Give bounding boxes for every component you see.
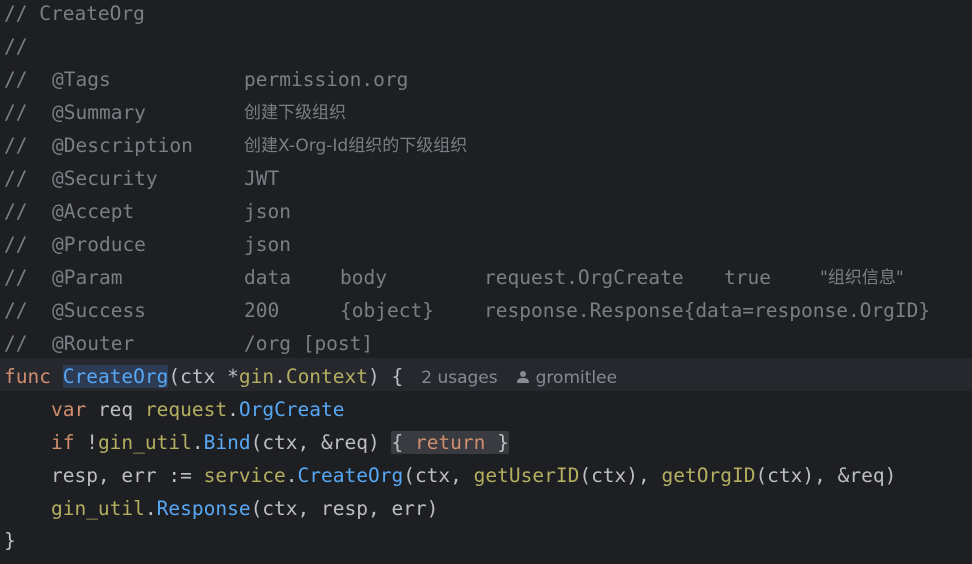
code-token: .	[285, 464, 298, 487]
code-line: // @Security JWT	[0, 165, 972, 198]
comment-prefix: //	[4, 266, 28, 289]
code-token: (ctx,	[403, 464, 474, 487]
annotation-value: data	[244, 266, 291, 289]
code-token: }	[485, 431, 509, 454]
code-token: !	[74, 431, 98, 454]
comment-prefix: //	[4, 68, 28, 91]
code-line-current[interactable]: func CreateOrg(ctx *gin.Context) { 2 usag…	[0, 358, 972, 391]
annotation-tag: @Accept	[52, 200, 135, 223]
annotation-value: JWT	[244, 167, 280, 190]
user-icon	[516, 370, 530, 384]
code-line: // @Param data body request.OrgCreate true "组织…	[0, 264, 972, 297]
annotation-value: request.OrgCreate	[484, 266, 684, 289]
annotation-tag: @Tags	[52, 68, 111, 91]
code-token: (ctx *	[168, 365, 239, 388]
folded-region[interactable]: { return }	[391, 431, 509, 454]
annotation-value: response.Response{data=response.OrgID}	[484, 299, 931, 322]
comment-prefix: //	[4, 101, 28, 124]
annotation-value: /org [post]	[244, 332, 374, 355]
annotation-tag: @Summary	[52, 101, 146, 124]
code-token: (ctx),	[579, 464, 662, 487]
annotation-value: {object}	[340, 299, 434, 322]
code-token: req	[86, 398, 145, 421]
annotation-tag: @Router	[52, 332, 135, 355]
closing-brace: }	[4, 529, 16, 552]
code-line: // @Summary 创建下级组织	[0, 99, 972, 132]
comment-text: // CreateOrg	[4, 2, 145, 25]
package-ref[interactable]: request	[145, 398, 227, 421]
package-ref[interactable]: gin	[239, 365, 274, 388]
annotation-tag: @Success	[52, 299, 146, 322]
annotation-tag: @Param	[52, 266, 123, 289]
code-token: .	[227, 398, 239, 421]
code-line: }	[0, 527, 972, 560]
code-token: (ctx, resp, err)	[250, 497, 439, 520]
code-line: // @Tags permission.org	[0, 66, 972, 99]
function-call[interactable]: CreateOrg	[298, 464, 404, 487]
code-token: (ctx, &req)	[250, 431, 392, 454]
author-hint[interactable]: gromitlee	[536, 368, 617, 388]
function-call[interactable]: Bind	[204, 431, 251, 454]
package-ref[interactable]: service	[204, 464, 286, 487]
code-line: //	[0, 33, 972, 66]
code-token: (ctx), &req)	[755, 464, 897, 487]
function-call[interactable]: getUserID	[474, 464, 580, 487]
comment-prefix: //	[4, 233, 28, 256]
code-line: // @Success 200 {object} response.Response{d…	[0, 297, 972, 330]
comment-prefix: //	[4, 134, 28, 157]
annotation-tag: @Description	[52, 134, 193, 157]
annotation-value: 创建X-Org-Id组织的下级组织	[244, 136, 468, 156]
function-call[interactable]: Response	[157, 497, 251, 520]
comment-prefix: //	[4, 299, 28, 322]
code-line: // @Produce json	[0, 231, 972, 264]
type-ref[interactable]: OrgCreate	[239, 398, 345, 421]
comment-prefix: //	[4, 167, 28, 190]
code-token: .	[144, 497, 157, 520]
annotation-value: true	[724, 266, 771, 289]
annotation-value: 创建下级组织	[244, 103, 346, 123]
annotation-value: permission.org	[244, 68, 409, 91]
package-ref[interactable]: gin_util	[98, 431, 192, 454]
code-token: .	[191, 431, 204, 454]
code-token: ) {	[368, 365, 404, 388]
code-line: // CreateOrg	[0, 0, 972, 33]
code-token: .	[274, 365, 286, 388]
package-ref[interactable]: gin_util	[51, 497, 145, 520]
comment-text: //	[4, 35, 28, 58]
comment-prefix: //	[4, 332, 28, 355]
annotation-value: body	[340, 266, 387, 289]
code-line: var req request.OrgCreate	[0, 396, 972, 429]
annotation-value: json	[244, 233, 291, 256]
code-line: // @Accept json	[0, 198, 972, 231]
annotation-value: 200	[244, 299, 280, 322]
annotation-tag: @Security	[52, 167, 158, 190]
keyword: func	[4, 365, 51, 388]
keyword: var	[50, 398, 87, 421]
code-line: if !gin_util.Bind(ctx, &req) { return }	[0, 429, 972, 462]
code-line: gin_util.Response(ctx, resp, err)	[0, 495, 972, 528]
code-token: {	[391, 431, 415, 454]
keyword: if	[50, 431, 75, 454]
comment-prefix: //	[4, 200, 28, 223]
annotation-value: json	[244, 200, 291, 223]
code-token: resp, err :=	[50, 464, 204, 487]
code-line: // @Description 创建X-Org-Id组织的下级组织	[0, 132, 972, 165]
keyword: return	[414, 431, 486, 454]
type-ref[interactable]: Context	[286, 365, 368, 388]
code-editor[interactable]: // CreateOrg // // @Tags permission.org //…	[0, 0, 972, 564]
function-call[interactable]: getOrgID	[662, 464, 756, 487]
function-name[interactable]: CreateOrg	[62, 365, 169, 388]
annotation-value: "组织信息"	[820, 268, 904, 288]
usages-hint[interactable]: 2 usages	[421, 368, 497, 388]
code-line: resp, err := service.CreateOrg(ctx, getU…	[0, 462, 972, 495]
annotation-tag: @Produce	[52, 233, 146, 256]
